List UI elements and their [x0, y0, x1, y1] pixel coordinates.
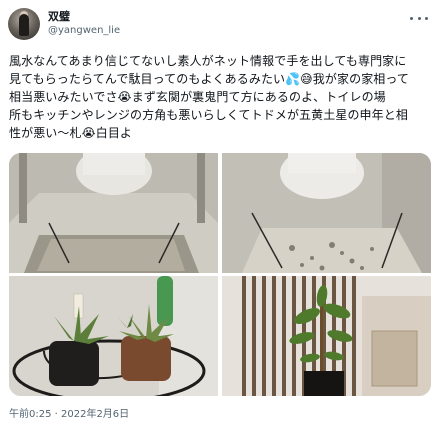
more-horizontal-icon-dot — [417, 16, 421, 20]
photo-plants-1[interactable] — [9, 276, 218, 396]
tweet-text: 風水なんてあまり信じてないし素人がネット情報で手を出しても専門家に 見てもらった… — [9, 52, 435, 142]
avatar[interactable] — [8, 8, 40, 40]
photo-toilet-1-image — [9, 153, 218, 273]
photo-plants-2-image — [222, 276, 431, 396]
photo-toilet-2-image — [222, 153, 431, 273]
photo-plants-2[interactable] — [222, 276, 431, 396]
tweet-text-line: 所もキッチンやレンジの方角も悪いらしくてトドメが五黄土星の申年と相 — [9, 108, 408, 122]
tweet-header: 双璧 @yangwen_lie — [8, 6, 120, 42]
tweet-timestamp[interactable]: 午前0:25 · 2022年2月6日 — [9, 405, 129, 420]
photo-plants-1-image — [9, 276, 218, 396]
more-options-button[interactable] — [410, 12, 428, 24]
photo-toilet-1[interactable] — [9, 153, 218, 273]
more-horizontal-icon — [410, 16, 413, 20]
photo-gallery — [9, 153, 431, 396]
photo-toilet-2[interactable] — [222, 153, 431, 273]
tweet-text-line: 風水なんてあまり信じてないし素人がネット情報で手を出しても専門家に — [9, 54, 407, 68]
user-handle[interactable]: @yangwen_lie — [48, 24, 120, 38]
tweet-text-line: 見てもらったらてんで駄目ってのもよくあるみたい💦😅我が家の家相って — [9, 72, 409, 86]
tweet-text-line: 相当悪いみたいでさ😭まず玄関が裏鬼門て方にあるのよ、トイレの場 — [9, 90, 386, 104]
tweet: 双璧 @yangwen_lie 風水なんてあまり信じてないし素人がネット情報で手… — [0, 0, 440, 425]
user-names: 双璧 @yangwen_lie — [48, 10, 120, 38]
more-horizontal-icon-dot — [425, 16, 428, 20]
avatar-figure — [19, 14, 29, 36]
display-name[interactable]: 双璧 — [48, 10, 120, 24]
tweet-text-line: 性が悪い〜札😭白目よ — [9, 126, 133, 140]
